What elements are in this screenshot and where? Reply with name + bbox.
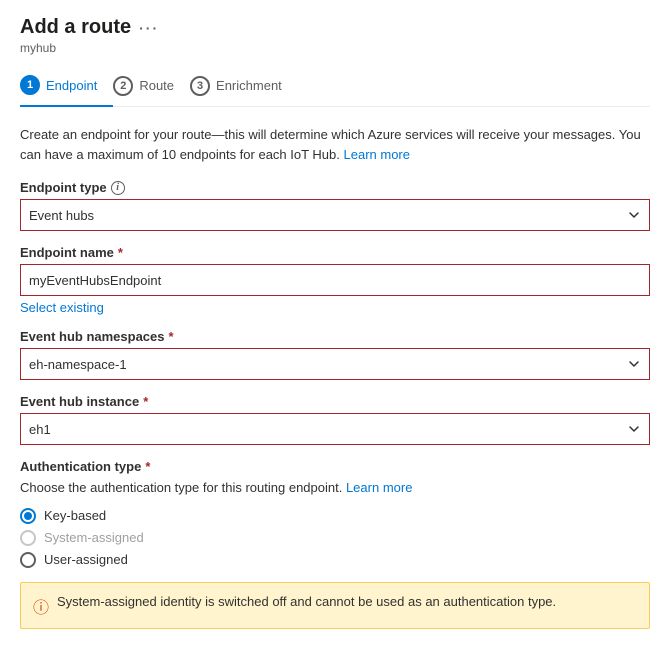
endpoint-name-input[interactable]	[20, 264, 650, 296]
step-enrichment-circle: 3	[190, 76, 210, 96]
auth-description: Choose the authentication type for this …	[20, 478, 650, 498]
event-hub-namespaces-chevron[interactable]	[618, 348, 650, 380]
radio-key-based-circle	[20, 508, 36, 524]
auth-type-label: Authentication type *	[20, 459, 650, 474]
learn-more-link[interactable]: Learn more	[344, 147, 410, 162]
title-text: Add a route	[20, 16, 131, 39]
auth-type-section: Authentication type * Choose the authent…	[20, 459, 650, 568]
endpoint-type-group: Endpoint type i Event hubs	[20, 180, 650, 231]
radio-system-assigned-label: System-assigned	[44, 530, 144, 545]
step-route-circle: 2	[113, 76, 133, 96]
event-hub-namespaces-label: Event hub namespaces *	[20, 329, 650, 344]
radio-user-assigned-label: User-assigned	[44, 552, 128, 567]
endpoint-name-group: Endpoint name * Select existing	[20, 245, 650, 315]
auth-learn-more-link[interactable]: Learn more	[346, 480, 412, 495]
endpoint-type-select[interactable]: Event hubs	[20, 199, 650, 231]
step-route[interactable]: 2 Route	[113, 68, 190, 106]
step-route-label: Route	[139, 78, 174, 93]
radio-user-assigned-circle	[20, 552, 36, 568]
warning-text: System-assigned identity is switched off…	[57, 593, 556, 611]
event-hub-namespaces-select[interactable]: eh-namespace-1	[20, 348, 650, 380]
warning-banner: ⓘ System-assigned identity is switched o…	[20, 582, 650, 629]
event-hub-namespaces-group: Event hub namespaces * eh-namespace-1	[20, 329, 650, 380]
event-hub-namespaces-wrapper: eh-namespace-1	[20, 348, 650, 380]
event-hub-instance-label: Event hub instance *	[20, 394, 650, 409]
step-enrichment[interactable]: 3 Enrichment	[190, 68, 298, 106]
endpoint-type-label: Endpoint type i	[20, 180, 650, 195]
event-hub-instance-wrapper: eh1	[20, 413, 650, 445]
description: Create an endpoint for your route—this w…	[20, 125, 650, 164]
radio-user-assigned[interactable]: User-assigned	[20, 552, 650, 568]
endpoint-name-label: Endpoint name *	[20, 245, 650, 260]
auth-radio-group: Key-based System-assigned User-assigned	[20, 508, 650, 568]
page-title: Add a route ···	[20, 16, 650, 39]
step-enrichment-label: Enrichment	[216, 78, 282, 93]
select-existing-link[interactable]: Select existing	[20, 300, 104, 315]
event-hub-instance-group: Event hub instance * eh1	[20, 394, 650, 445]
endpoint-type-chevron[interactable]	[618, 199, 650, 231]
radio-system-assigned-circle	[20, 530, 36, 546]
radio-key-based-label: Key-based	[44, 508, 106, 523]
event-hub-instance-select[interactable]: eh1	[20, 413, 650, 445]
radio-key-based[interactable]: Key-based	[20, 508, 650, 524]
endpoint-type-wrapper: Event hubs	[20, 199, 650, 231]
ellipsis-menu[interactable]: ···	[139, 20, 159, 36]
steps-nav: 1 Endpoint 2 Route 3 Enrichment	[20, 67, 650, 107]
step-endpoint[interactable]: 1 Endpoint	[20, 67, 113, 107]
warning-icon: ⓘ	[33, 594, 49, 618]
event-hub-instance-chevron[interactable]	[618, 413, 650, 445]
radio-system-assigned: System-assigned	[20, 530, 650, 546]
subtitle: myhub	[20, 41, 650, 55]
step-endpoint-label: Endpoint	[46, 78, 97, 93]
endpoint-type-info-icon[interactable]: i	[111, 181, 125, 195]
step-endpoint-circle: 1	[20, 75, 40, 95]
